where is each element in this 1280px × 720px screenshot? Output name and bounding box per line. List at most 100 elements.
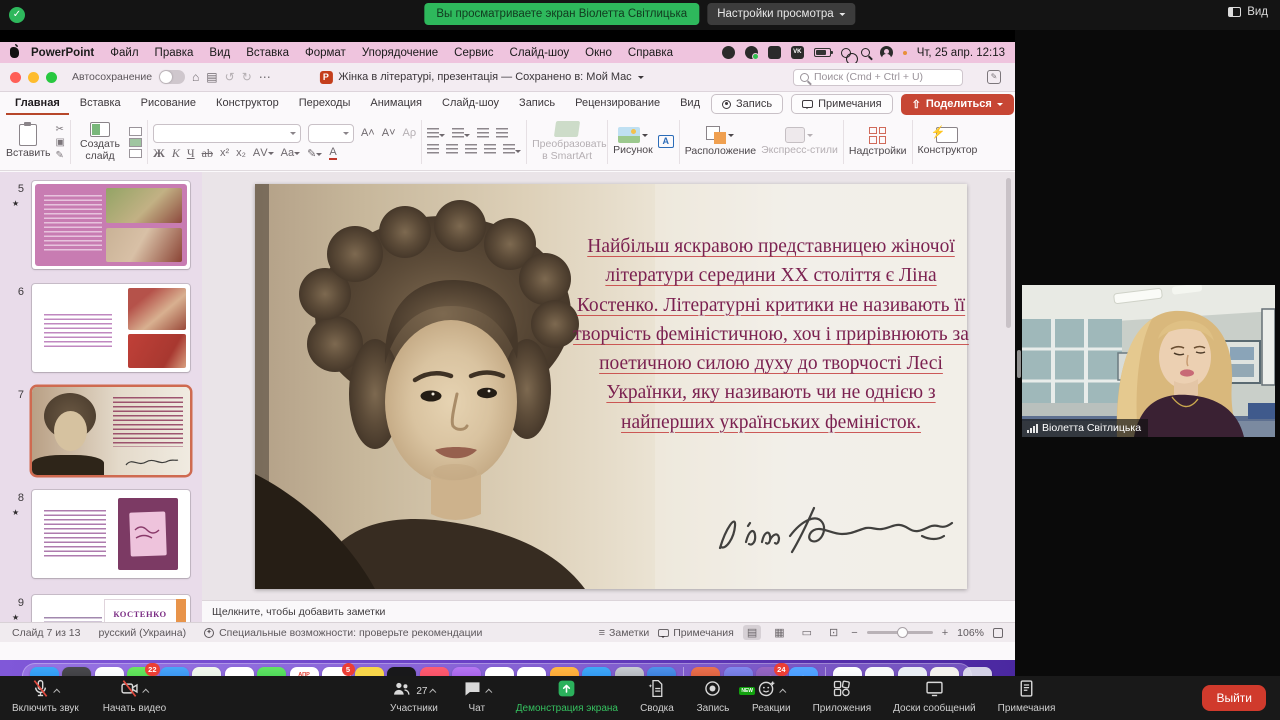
summary-button[interactable]: Сводка xyxy=(640,680,674,714)
decrease-indent-button[interactable] xyxy=(477,128,489,141)
slide-sorter-view-button[interactable]: ▦ xyxy=(770,625,788,640)
underline-button[interactable]: Ч xyxy=(187,146,195,161)
chevron-up-icon[interactable] xyxy=(54,688,61,695)
zoom-level[interactable]: 106% xyxy=(957,627,984,639)
apple-menu-icon[interactable] xyxy=(10,47,19,58)
menu-item-справка[interactable]: Справка xyxy=(620,47,681,59)
change-case-button[interactable]: Аа xyxy=(281,147,301,159)
chat-button[interactable]: Чат xyxy=(460,680,494,714)
highlight-color-button[interactable]: ✎ xyxy=(307,147,322,160)
slideshow-button[interactable]: ⊡ xyxy=(825,625,842,640)
strikethrough-button[interactable]: ab xyxy=(202,146,213,161)
zoom-slider[interactable] xyxy=(867,631,933,634)
menu-item-правка[interactable]: Правка xyxy=(147,47,202,59)
zoom-in-button[interactable]: + xyxy=(942,627,948,639)
numbered-list-button[interactable] xyxy=(452,128,470,141)
view-button[interactable]: Вид xyxy=(1228,6,1268,18)
link-icon[interactable] xyxy=(841,48,851,58)
reading-view-button[interactable]: ▭ xyxy=(798,625,816,640)
leave-button[interactable]: Выйти xyxy=(1202,685,1266,711)
insert-picture-button[interactable]: Рисунок xyxy=(613,127,653,157)
cut-button[interactable]: ✂ xyxy=(56,124,65,135)
align-center-button[interactable] xyxy=(446,144,458,157)
search-field[interactable]: Поиск (Cmd + Ctrl + U) xyxy=(793,69,963,86)
superscript-button[interactable]: x² xyxy=(220,147,229,159)
paste-button[interactable]: Вставить xyxy=(6,124,51,160)
tab-рецензирование[interactable]: Рецензирование xyxy=(566,93,669,115)
record-button[interactable]: Запись xyxy=(711,94,783,114)
more-icon[interactable]: ⋯ xyxy=(259,70,271,84)
battery-icon[interactable] xyxy=(814,48,831,57)
comments-toggle-button[interactable]: Примечания xyxy=(658,627,734,639)
format-painter-button[interactable]: ✎ xyxy=(56,150,65,161)
accessibility-check[interactable]: Специальные возможности: проверьте реком… xyxy=(204,627,482,639)
line-spacing-button[interactable] xyxy=(503,144,521,157)
slide-thumbnail-5[interactable]: 5★ xyxy=(0,181,202,277)
arrange-button[interactable]: Расположение xyxy=(685,126,756,158)
justify-button[interactable] xyxy=(484,144,496,157)
clear-format-button[interactable]: Аρ xyxy=(403,127,417,139)
close-window-button[interactable] xyxy=(10,72,21,83)
save-icon[interactable]: ▤ xyxy=(206,70,217,84)
minimize-window-button[interactable] xyxy=(28,72,39,83)
share-compose-icon[interactable]: ✎ xyxy=(987,70,1001,84)
kerning-button[interactable]: АV xyxy=(253,147,274,159)
call-icon[interactable] xyxy=(722,46,735,59)
unmute-button[interactable]: Включить звук xyxy=(12,680,79,714)
menu-item-слайд-шоу[interactable]: Слайд-шоу xyxy=(502,47,578,59)
designer-button[interactable]: Конструктор xyxy=(918,127,978,157)
tab-анимация[interactable]: Анимация xyxy=(361,93,431,115)
chevron-up-icon[interactable] xyxy=(485,688,492,695)
panel-collapse-handle[interactable] xyxy=(1017,350,1021,378)
slide-body-text[interactable]: Найбільш яскравою представницею жіночої … xyxy=(573,232,969,437)
tab-переходы[interactable]: Переходы xyxy=(290,93,360,115)
security-shield-icon[interactable]: ✓ xyxy=(9,7,25,23)
font-color-button[interactable]: А xyxy=(329,146,336,160)
text-box-button[interactable]: A xyxy=(658,135,674,148)
tab-рисование[interactable]: Рисование xyxy=(132,93,205,115)
annotations-button[interactable]: Примечания xyxy=(998,680,1056,714)
decrease-font-button[interactable]: А˅ xyxy=(382,127,396,139)
slide-editor[interactable]: Найбільш яскравою представницею жіночої … xyxy=(202,172,1015,600)
menu-item-формат[interactable]: Формат xyxy=(297,47,354,59)
increase-font-button[interactable]: А˄ xyxy=(361,127,375,139)
slide-thumbnail-image[interactable]: КОСТЕНКО xyxy=(32,595,190,622)
vk-icon[interactable]: VK xyxy=(791,46,804,59)
undo-icon[interactable]: ↺ xyxy=(225,70,235,84)
convert-to-smartart-button[interactable]: Преобразоватьв SmartArt xyxy=(532,121,602,162)
menu-bar-clock[interactable]: Чт, 25 апр. 12:13 xyxy=(917,47,1005,59)
share-button[interactable]: ⇧ Поделиться xyxy=(901,94,1014,115)
home-icon[interactable]: ⌂ xyxy=(192,70,199,84)
share-screen-button[interactable]: Демонстрация экрана xyxy=(516,680,618,714)
new-slide-button[interactable]: Создать слайд xyxy=(76,122,124,162)
bold-button[interactable]: Ж xyxy=(153,146,165,161)
tab-вид[interactable]: Вид xyxy=(671,93,709,115)
apps-button[interactable]: Приложения xyxy=(813,680,872,714)
telegram-icon[interactable] xyxy=(745,46,758,59)
reactions-button[interactable]: Реакции xyxy=(752,680,791,714)
menu-app-name[interactable]: PowerPoint xyxy=(23,47,102,59)
menu-item-вид[interactable]: Вид xyxy=(201,47,238,59)
layout-option-icon[interactable] xyxy=(129,127,142,136)
menu-item-вставка[interactable]: Вставка xyxy=(238,47,297,59)
menu-item-сервис[interactable]: Сервис xyxy=(446,47,501,59)
search-icon[interactable] xyxy=(861,48,870,57)
language-indicator[interactable]: русский (Украина) xyxy=(99,627,187,639)
quick-styles-button[interactable]: Экспресс-стили xyxy=(761,127,838,157)
slide-thumbnail-8[interactable]: 8★ xyxy=(0,490,202,586)
tab-вставка[interactable]: Вставка xyxy=(71,93,130,115)
tab-конструктор[interactable]: Конструктор xyxy=(207,93,288,115)
whiteboards-button[interactable]: Доски сообщений xyxy=(893,680,976,714)
layout-option-icon[interactable] xyxy=(129,138,142,147)
editor-scrollbar[interactable] xyxy=(1006,178,1011,328)
copy-button[interactable]: ▣ xyxy=(56,137,65,148)
normal-view-button[interactable]: ▤ xyxy=(743,625,761,640)
slide-thumbnail-image[interactable] xyxy=(32,387,190,475)
font-name-select[interactable] xyxy=(153,124,301,143)
slide-thumbnail-9[interactable]: 9★ КОСТЕНКО xyxy=(0,595,202,622)
bullet-list-button[interactable] xyxy=(427,128,445,141)
current-slide[interactable]: Найбільш яскравою представницею жіночої … xyxy=(255,184,967,589)
account-icon[interactable] xyxy=(880,46,893,59)
chevron-up-icon[interactable] xyxy=(143,688,150,695)
zoom-out-button[interactable]: − xyxy=(851,627,857,639)
